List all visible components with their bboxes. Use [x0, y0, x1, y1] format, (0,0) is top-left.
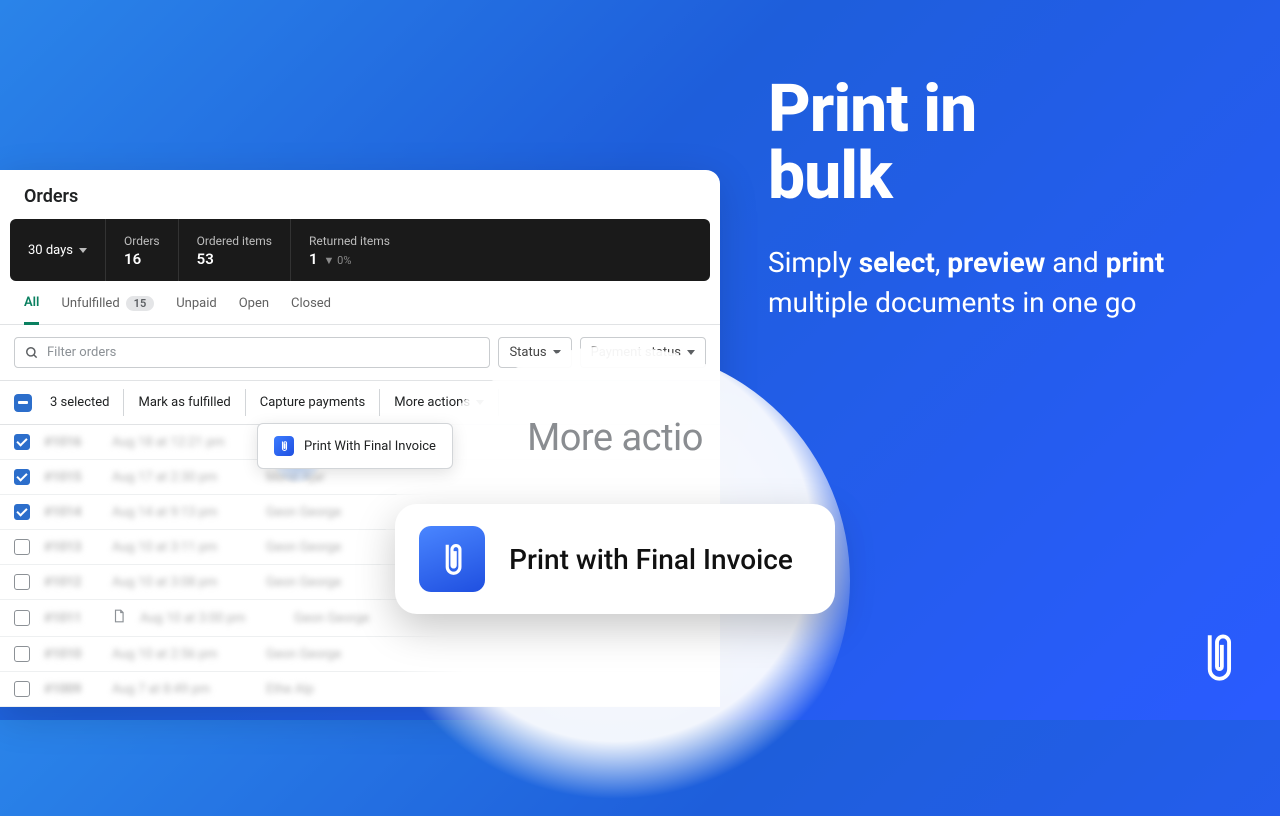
order-date: Aug 10 at 3:08 pm — [112, 575, 252, 590]
tab-unpaid[interactable]: Unpaid — [176, 295, 216, 324]
order-id: #1013 — [44, 540, 98, 555]
document-icon — [112, 609, 126, 627]
filters-row: Filter orders Status Payment status — [0, 325, 720, 380]
order-date: Aug 17 at 2:30 pm — [112, 470, 252, 485]
row-checkbox[interactable] — [14, 504, 30, 520]
tab-all[interactable]: All — [24, 295, 39, 325]
table-row[interactable]: #1010 Aug 10 at 2:56 pm Geon George — [0, 637, 720, 672]
row-checkbox[interactable] — [14, 681, 30, 697]
zoom-card[interactable]: Print with Final Invoice — [395, 504, 835, 614]
chevron-down-icon — [79, 248, 87, 253]
search-icon — [25, 346, 39, 360]
mark-fulfilled-button[interactable]: Mark as fulfilled — [124, 389, 245, 416]
order-date: Aug 10 at 3:00 pm — [140, 611, 280, 626]
row-checkbox[interactable] — [14, 539, 30, 555]
table-row[interactable]: #1009 Aug 7 at 8:49 pm Ethe Alp — [0, 672, 720, 707]
tab-closed[interactable]: Closed — [291, 295, 331, 324]
hero-copy: Print in bulk Simply select, preview and… — [768, 76, 1208, 324]
payment-status-filter[interactable]: Payment status — [580, 337, 706, 368]
order-id: #1015 — [44, 470, 98, 485]
order-date: Aug 18 at 12:21 pm — [112, 435, 252, 450]
more-actions-dropdown: Print With Final Invoice — [257, 423, 453, 469]
row-checkbox[interactable] — [14, 469, 30, 485]
customer-name: Meral Ajar — [266, 470, 706, 485]
order-id: #1014 — [44, 505, 98, 520]
customer-name: Ethe Alp — [266, 682, 706, 697]
order-id: #1012 — [44, 575, 98, 590]
tab-unfulfilled[interactable]: Unfulfilled15 — [61, 295, 154, 324]
brand-logo — [1188, 628, 1246, 690]
search-input[interactable]: Filter orders — [14, 337, 490, 368]
row-checkbox[interactable] — [14, 434, 30, 450]
unfulfilled-badge: 15 — [126, 296, 155, 311]
stat-orders[interactable]: Orders 16 — [106, 219, 179, 281]
app-icon — [419, 526, 485, 592]
row-checkbox[interactable] — [14, 646, 30, 662]
print-final-invoice-item[interactable]: Print With Final Invoice — [264, 430, 446, 462]
order-date: Aug 14 at 9:13 pm — [112, 505, 252, 520]
order-id: #1009 — [44, 682, 98, 697]
select-all-checkbox[interactable] — [14, 394, 32, 412]
hero-subtitle: Simply select, preview and print multipl… — [768, 243, 1208, 324]
status-filter[interactable]: Status — [498, 337, 571, 368]
order-tabs: All Unfulfilled15 Unpaid Open Closed — [0, 281, 720, 325]
orders-window: Orders 30 days Orders 16 Ordered items 5… — [0, 170, 720, 707]
more-actions-button[interactable]: More actions — [380, 389, 499, 416]
app-icon — [274, 436, 294, 456]
stats-bar: 30 days Orders 16 Ordered items 53 Retur… — [10, 219, 710, 281]
chevron-down-icon — [553, 350, 561, 355]
customer-name: Geon George — [266, 647, 706, 662]
order-id: #1016 — [44, 435, 98, 450]
date-range-selector[interactable]: 30 days — [10, 219, 106, 281]
zoom-item-label: Print with Final Invoice — [509, 543, 793, 576]
tab-open[interactable]: Open — [239, 295, 269, 324]
order-date: Aug 7 at 8:49 pm — [112, 682, 252, 697]
order-id: #1010 — [44, 647, 98, 662]
order-id: #1011 — [44, 611, 98, 626]
page-title: Orders — [0, 170, 720, 219]
bulk-action-bar: 3 selected Mark as fulfilled Capture pay… — [0, 380, 720, 425]
order-date: Aug 10 at 2:56 pm — [112, 647, 252, 662]
capture-payments-button[interactable]: Capture payments — [246, 389, 381, 416]
row-checkbox[interactable] — [14, 574, 30, 590]
chevron-down-icon — [476, 400, 484, 405]
hero-title: Print in bulk — [768, 76, 1208, 211]
selection-count: 3 selected — [36, 389, 124, 416]
stat-returned-items[interactable]: Returned items 1▼ 0% — [291, 219, 710, 281]
order-date: Aug 10 at 3:11 pm — [112, 540, 252, 555]
row-checkbox[interactable] — [14, 610, 30, 626]
stat-ordered-items[interactable]: Ordered items 53 — [179, 219, 291, 281]
chevron-down-icon — [687, 350, 695, 355]
